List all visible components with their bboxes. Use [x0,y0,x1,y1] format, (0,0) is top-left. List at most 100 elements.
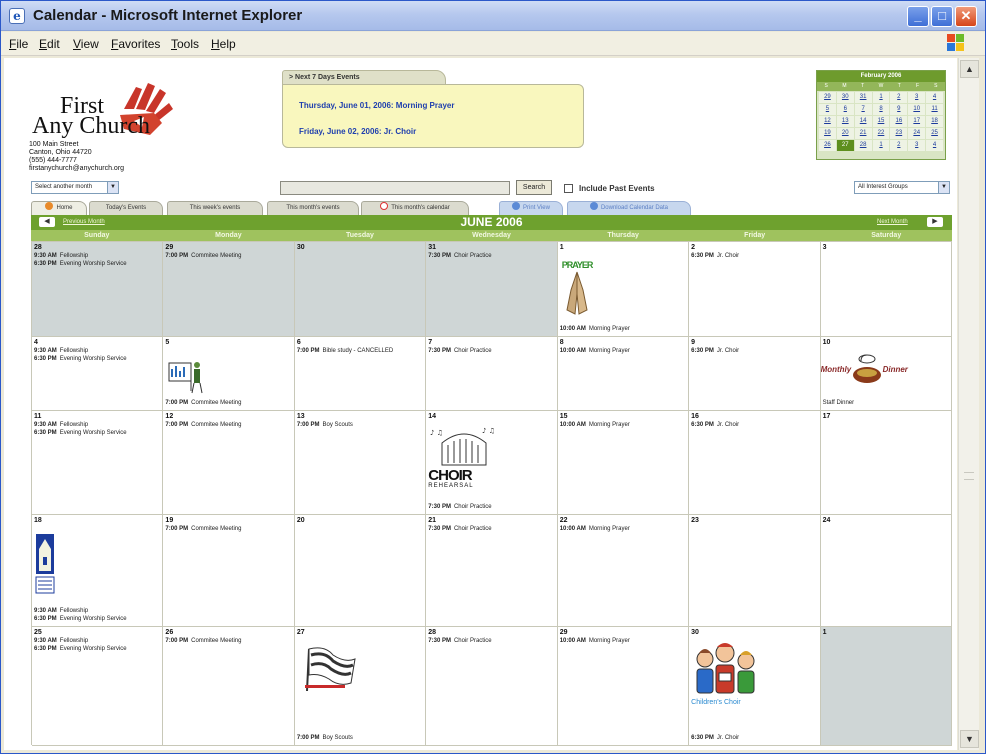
day-number[interactable]: 22 [560,517,686,525]
calendar-event[interactable]: 6:30 PM Jr. Choir [691,347,817,355]
next-month-link[interactable]: Next Month [877,219,908,225]
calendar-event[interactable]: 9:30 AM Fellowship [34,637,160,645]
calendar-event[interactable]: 6:30 PM Jr. Choir [691,421,817,429]
mini-calendar-day[interactable]: 31 [854,92,872,103]
day-number[interactable]: 7 [428,339,554,347]
calendar-event[interactable]: 9:30 AM Fellowship [34,347,160,355]
calendar-day-cell[interactable]: 19 7:00 PM Commitee Meeting [163,515,295,627]
calendar-event[interactable]: 6:30 PM Evening Worship Service [34,260,160,268]
day-number[interactable]: 10 [823,339,949,347]
tab-print-view[interactable]: Print View [499,201,563,215]
tab-home[interactable]: Home [31,201,87,215]
calendar-event[interactable]: 10:00 AM Morning Prayer [560,325,630,333]
next-events-tab[interactable]: > Next 7 Days Events [282,70,446,85]
day-number[interactable]: 6 [297,339,423,347]
day-number[interactable]: 1 [823,629,949,637]
search-input[interactable] [280,181,510,195]
calendar-day-cell[interactable]: 4 9:30 AM Fellowship 6:30 PM Evening Worship… [32,337,164,411]
mini-calendar-day[interactable]: 23 [890,128,908,139]
title-bar[interactable]: e Calendar - Microsoft Internet Explorer… [1,1,985,31]
calendar-day-cell[interactable]: 30 Children's Choir 6:30 PM Jr. Choir [689,627,821,746]
calendar-day-cell[interactable]: 29 10:00 AM Morning Prayer [557,627,690,746]
calendar-day-cell[interactable]: 28 7:30 PM Choir Practice [426,627,558,746]
calendar-event[interactable]: 10:00 AM Morning Prayer [560,347,686,355]
calendar-event[interactable]: 7:00 PM Commitee Meeting [165,252,291,260]
day-number[interactable]: 31 [428,244,554,252]
calendar-day-cell[interactable]: 20 [294,515,427,627]
calendar-day-cell[interactable]: 23 [689,515,821,627]
calendar-event[interactable]: 6:30 PM Jr. Choir [691,252,817,260]
calendar-day-cell[interactable]: 17 [820,411,952,515]
calendar-event[interactable]: 6:30 PM Evening Worship Service [34,645,160,653]
calendar-event[interactable]: 7:00 PM Commitee Meeting [165,399,241,407]
mini-calendar-day[interactable]: 2 [890,140,908,151]
calendar-day-cell[interactable]: 6 7:00 PM Bible study - CANCELLED [294,337,427,411]
mini-calendar-day[interactable]: 12 [819,116,836,127]
calendar-event[interactable]: 6:30 PM Evening Worship Service [34,615,127,623]
calendar-event[interactable]: 7:30 PM Choir Practice [428,347,554,355]
calendar-day-cell[interactable]: 1 PRAYER 10:00 AM Morning Prayer [557,242,690,337]
mini-calendar-day[interactable]: 30 [836,92,854,103]
calendar-day-cell[interactable]: 31 7:30 PM Choir Practice [426,242,558,337]
tab-week-events[interactable]: This week's events [167,201,263,215]
calendar-day-cell[interactable]: 16 6:30 PM Jr. Choir [689,411,821,515]
mini-calendar-day[interactable]: 17 [908,116,926,127]
day-number[interactable]: 17 [823,413,949,421]
day-number[interactable]: 24 [823,517,949,525]
mini-calendar-day[interactable]: 13 [836,116,854,127]
mini-calendar-day[interactable]: 22 [872,128,890,139]
search-button[interactable]: Search [516,180,552,195]
calendar-day-cell[interactable]: 22 10:00 AM Morning Prayer [557,515,690,627]
day-number[interactable]: 28 [34,244,160,252]
menu-edit[interactable]: Edit [39,37,60,51]
day-number[interactable]: 21 [428,517,554,525]
tab-month-calendar[interactable]: This month's calendar [361,201,469,215]
calendar-day-cell[interactable]: 10 Monthly Dinner Staff Dinner [820,337,952,411]
day-number[interactable]: 11 [34,413,160,421]
mini-calendar-day[interactable]: 25 [926,128,943,139]
mini-calendar-day[interactable]: 15 [872,116,890,127]
day-number[interactable]: 29 [560,629,686,637]
day-number[interactable]: 30 [297,244,423,252]
day-number[interactable]: 13 [297,413,423,421]
calendar-event[interactable]: 10:00 AM Morning Prayer [560,421,686,429]
calendar-day-cell[interactable]: 9 6:30 PM Jr. Choir [689,337,821,411]
day-number[interactable]: 16 [691,413,817,421]
calendar-day-cell[interactable]: 25 9:30 AM Fellowship 6:30 PM Evening Worshi… [32,627,164,746]
calendar-event[interactable]: 9:30 AM Fellowship [34,421,160,429]
calendar-day-cell[interactable]: 28 9:30 AM Fellowship 6:30 PM Evening Worshi… [32,242,164,337]
maximize-button[interactable]: □ [931,6,953,27]
calendar-day-cell[interactable]: 29 7:00 PM Commitee Meeting [163,242,295,337]
menu-favorites[interactable]: Favorites [111,37,160,51]
mini-calendar-day[interactable]: 20 [836,128,854,139]
scroll-thumb-grip[interactable] [964,472,974,480]
day-number[interactable]: 25 [34,629,160,637]
mini-calendar-day[interactable]: 2 [890,92,908,103]
calendar-day-cell[interactable]: 13 7:00 PM Boy Scouts [294,411,427,515]
day-number[interactable]: 5 [165,339,291,347]
mini-calendar-day[interactable]: 11 [926,104,943,115]
calendar-event[interactable]: 6:30 PM Jr. Choir [691,734,739,742]
calendar-event[interactable]: 7:00 PM Commitee Meeting [165,525,291,533]
day-number[interactable]: 18 [34,517,160,525]
calendar-event[interactable]: 7:00 PM Boy Scouts [297,734,353,742]
mini-calendar-day[interactable]: 5 [819,104,836,115]
calendar-event[interactable]: 7:00 PM Boy Scouts [297,421,423,429]
mini-calendar-day[interactable]: 14 [854,116,872,127]
day-number[interactable]: 19 [165,517,291,525]
mini-calendar-day[interactable]: 21 [854,128,872,139]
menu-help[interactable]: Help [211,37,236,51]
calendar-event[interactable]: 10:00 AM Morning Prayer [560,637,686,645]
mini-calendar-day[interactable]: 18 [926,116,943,127]
calendar-day-cell[interactable]: 21 7:30 PM Choir Practice [426,515,558,627]
calendar-event[interactable]: 6:30 PM Evening Worship Service [34,355,160,363]
calendar-event[interactable]: 7:30 PM Choir Practice [428,525,554,533]
mini-calendar-day[interactable]: 24 [908,128,926,139]
day-number[interactable]: 14 [428,413,554,421]
day-number[interactable]: 28 [428,629,554,637]
mini-calendar-day[interactable]: 1 [872,92,890,103]
mini-calendar-day[interactable]: 28 [854,140,872,151]
calendar-day-cell[interactable]: 27 7:00 PM Boy Scouts [294,627,427,746]
mini-calendar-day[interactable]: 9 [890,104,908,115]
calendar-event[interactable]: 7:30 PM Choir Practice [428,252,554,260]
